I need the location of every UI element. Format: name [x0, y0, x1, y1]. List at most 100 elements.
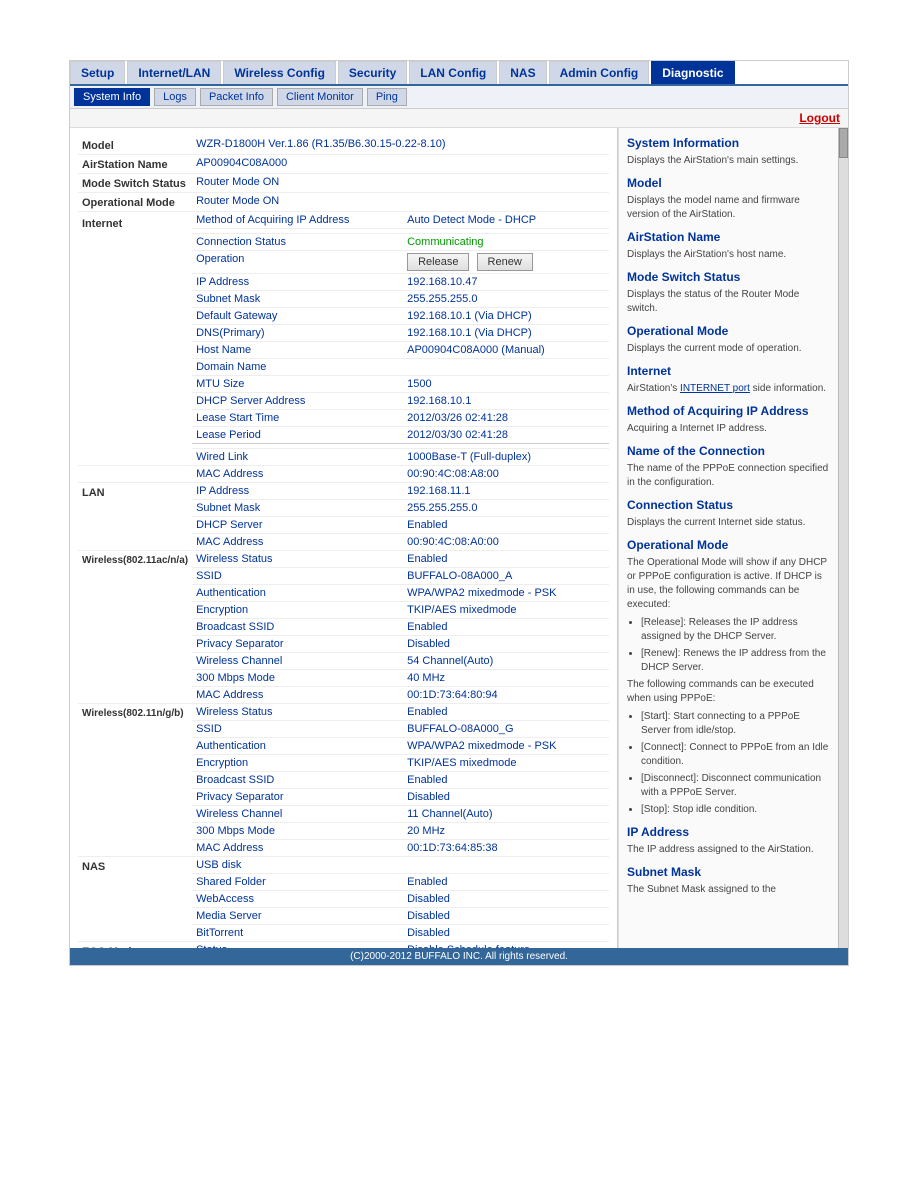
w11b-enc-value: TKIP/AES mixedmode: [403, 755, 609, 772]
footer-text: (C)2000-2012 BUFFALO INC. All rights res…: [350, 951, 568, 962]
help-title: System Information: [627, 136, 830, 150]
operation-label: Operation: [192, 251, 403, 274]
help-pppoe-bullets: [Start]: Start connecting to a PPPoE Ser…: [641, 710, 830, 817]
subtab-logs[interactable]: Logs: [154, 88, 196, 106]
connection-status-value: Communicating: [403, 234, 609, 251]
nas-section-label: NAS: [78, 857, 192, 942]
domain-label: Domain Name: [192, 359, 403, 376]
subtab-system-info[interactable]: System Info: [74, 88, 150, 106]
w11ac-bcast-label: Broadcast SSID: [192, 619, 403, 636]
nas-usb-value: [403, 857, 609, 874]
mtu-label: MTU Size: [192, 376, 403, 393]
tab-admin-config[interactable]: Admin Config: [549, 61, 650, 84]
w11ac-enc-label: Encryption: [192, 602, 403, 619]
internet-row: Internet Method of Acquiring IP Address …: [78, 212, 609, 229]
w11ac-mac-value: 00:1D:73:64:80:94: [403, 687, 609, 704]
help-internet-desc: AirStation's INTERNET port side informat…: [627, 382, 830, 396]
subtab-packet-info[interactable]: Packet Info: [200, 88, 273, 106]
scrollbar-thumb[interactable]: [839, 128, 848, 158]
eco-status-label: Status: [192, 942, 403, 949]
model-value: WZR-D1800H Ver.1.86 (R1.35/B6.30.15-0.22…: [192, 136, 609, 155]
help-model-heading: Model: [627, 176, 830, 190]
main-tab-bar: Setup Internet/LAN Wireless Config Secur…: [70, 61, 848, 86]
w11b-ssid-label: SSID: [192, 721, 403, 738]
help-airstation-heading: AirStation Name: [627, 230, 830, 244]
renew-button[interactable]: Renew: [477, 253, 533, 271]
nas-bittorrent-value: Disabled: [403, 925, 609, 942]
help-pppoe-desc: The following commands can be executed w…: [627, 678, 830, 706]
lan-dhcp-label: DHCP Server: [192, 517, 403, 534]
lan-ip-value: 192.168.11.1: [403, 483, 609, 500]
wired-mac-value: 00:90:4C:08:A8:00: [403, 466, 609, 483]
nas-web-value: Disabled: [403, 891, 609, 908]
right-scrollbar[interactable]: [838, 128, 848, 948]
right-panel: System Information Displays the AirStati…: [618, 128, 838, 948]
help-op-bullet-0: [Release]: Releases the IP address assig…: [641, 616, 830, 644]
nas-web-label: WebAccess: [192, 891, 403, 908]
help-ip-desc: The IP address assigned to the AirStatio…: [627, 843, 830, 857]
wireless-11b-section-label: Wireless(802.11n/g/b): [78, 704, 192, 857]
w11b-status-label: Wireless Status: [192, 704, 403, 721]
nas-media-value: Disabled: [403, 908, 609, 925]
help-connection-status-heading: Connection Status: [627, 498, 830, 512]
w11b-priv-value: Disabled: [403, 789, 609, 806]
wireless-11b-row: Wireless(802.11n/g/b) Wireless Status En…: [78, 704, 609, 721]
w11b-ssid-value: BUFFALO-08A000_G: [403, 721, 609, 738]
eco-status-value: Disable Schedule feature: [403, 942, 609, 949]
subnet-label: Subnet Mask: [192, 291, 403, 308]
tab-diagnostic[interactable]: Diagnostic: [651, 61, 734, 84]
tab-lan-config[interactable]: LAN Config: [409, 61, 497, 84]
airstation-name-label: AirStation Name: [78, 155, 192, 174]
lease-start-value: 2012/03/26 02:41:28: [403, 410, 609, 427]
nas-shared-value: Enabled: [403, 874, 609, 891]
help-pppoe-bullet-3: [Stop]: Stop idle condition.: [641, 803, 830, 817]
subtab-ping[interactable]: Ping: [367, 88, 407, 106]
w11ac-priv-label: Privacy Separator: [192, 636, 403, 653]
dhcp-server-value: 192.168.10.1: [403, 393, 609, 410]
nas-shared-label: Shared Folder: [192, 874, 403, 891]
subtab-client-monitor[interactable]: Client Monitor: [277, 88, 363, 106]
wired-mac-label: MAC Address: [192, 466, 403, 483]
tab-wireless-config[interactable]: Wireless Config: [223, 61, 336, 84]
logout-button[interactable]: Logout: [799, 111, 840, 125]
mode-switch-label: Mode Switch Status: [78, 174, 192, 193]
gateway-label: Default Gateway: [192, 308, 403, 325]
tab-internet-lan[interactable]: Internet/LAN: [127, 61, 221, 84]
dns-label: DNS(Primary): [192, 325, 403, 342]
lan-subnet-label: Subnet Mask: [192, 500, 403, 517]
method-value: Auto Detect Mode - DHCP: [403, 212, 609, 229]
tab-setup[interactable]: Setup: [70, 61, 125, 84]
mtu-value: 1500: [403, 376, 609, 393]
lan-mac-label: MAC Address: [192, 534, 403, 551]
help-operational-heading: Operational Mode: [627, 324, 830, 338]
hostname-value: AP00904C08A000 (Manual): [403, 342, 609, 359]
system-info-table: Model WZR-D1800H Ver.1.86 (R1.35/B6.30.1…: [78, 136, 609, 948]
nas-row: NAS USB disk: [78, 857, 609, 874]
help-mode-switch-desc: Displays the status of the Router Mode s…: [627, 288, 830, 316]
wireless-11ac-row: Wireless(802.11ac/n/a) Wireless Status E…: [78, 551, 609, 568]
tab-security[interactable]: Security: [338, 61, 407, 84]
airstation-name-row: AirStation Name AP00904C08A000: [78, 155, 609, 174]
tab-nas[interactable]: NAS: [499, 61, 546, 84]
help-pppoe-bullet-0: [Start]: Start connecting to a PPPoE Ser…: [641, 710, 830, 738]
airstation-name-value: AP00904C08A000: [192, 155, 609, 174]
w11ac-channel-value: 54 Channel(Auto): [403, 653, 609, 670]
method-label: Method of Acquiring IP Address: [192, 212, 403, 229]
hostname-label: Host Name: [192, 342, 403, 359]
help-title-desc: Displays the AirStation's main settings.: [627, 154, 830, 168]
connection-status-label: Connection Status: [192, 234, 403, 251]
help-pppoe-bullet-2: [Disconnect]: Disconnect communication w…: [641, 772, 830, 800]
w11b-status-value: Enabled: [403, 704, 609, 721]
help-mode-switch-heading: Mode Switch Status: [627, 270, 830, 284]
help-subnet-heading: Subnet Mask: [627, 865, 830, 879]
mode-switch-value: Router Mode ON: [192, 174, 609, 193]
lan-ip-label: IP Address: [192, 483, 403, 500]
release-button[interactable]: Release: [407, 253, 469, 271]
w11b-auth-value: WPA/WPA2 mixedmode - PSK: [403, 738, 609, 755]
nas-media-label: Media Server: [192, 908, 403, 925]
w11ac-auth-value: WPA/WPA2 mixedmode - PSK: [403, 585, 609, 602]
lease-period-value: 2012/03/30 02:41:28: [403, 427, 609, 444]
operational-mode-value: Router Mode ON: [192, 193, 609, 212]
w11ac-channel-label: Wireless Channel: [192, 653, 403, 670]
internet-port-link[interactable]: INTERNET port: [680, 383, 750, 394]
